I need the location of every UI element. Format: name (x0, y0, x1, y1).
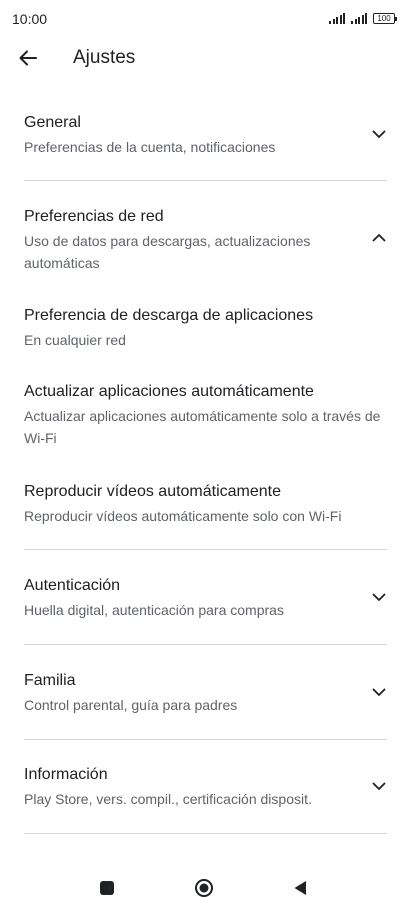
divider (24, 549, 387, 550)
chevron-down-icon (372, 593, 386, 601)
chevron-up-icon (372, 234, 386, 242)
divider (24, 644, 387, 645)
back-nav-button[interactable] (291, 878, 311, 898)
recents-button[interactable] (97, 878, 117, 898)
chevron-down-icon (372, 130, 386, 138)
section-subtitle: Play Store, vers. compil., certificación… (24, 791, 312, 807)
status-bar: 10:00 100 (0, 0, 411, 38)
section-subtitle: Huella digital, autenticación para compr… (24, 602, 284, 618)
option-title: Preferencia de descarga de aplicaciones (24, 307, 314, 324)
section-title: Autenticación (24, 577, 121, 594)
chevron-down-icon (372, 688, 386, 696)
section-subtitle: Preferencias de la cuenta, notificacione… (24, 139, 276, 155)
section-title: Familia (24, 672, 76, 689)
divider (24, 180, 387, 181)
section-title: General (24, 114, 81, 131)
page-title: Ajustes (73, 47, 136, 68)
chevron-down-icon (372, 782, 386, 790)
option-download-preference[interactable]: Preferencia de descarga de aplicaciones … (0, 294, 411, 364)
back-button[interactable] (14, 44, 42, 72)
battery-icon: 100 (373, 12, 397, 24)
section-subtitle: Control parental, guía para padres (24, 697, 238, 713)
divider (24, 833, 387, 834)
divider (24, 739, 387, 740)
section-title: Preferencias de red (24, 208, 164, 225)
signal-icon (351, 12, 367, 24)
settings-section-information[interactable]: Información Play Store, vers. compil., c… (0, 752, 411, 832)
arrow-back-icon (19, 50, 37, 66)
option-auto-update-apps[interactable]: Actualizar aplicaciones automáticamente … (0, 370, 411, 460)
status-time: 10:00 (12, 11, 48, 27)
battery-level: 100 (377, 13, 391, 23)
option-subtitle: Reproducir vídeos automáticamente solo c… (24, 508, 342, 524)
circle-home-icon (195, 879, 213, 897)
home-button[interactable] (194, 878, 214, 898)
square-icon (100, 881, 114, 895)
settings-screen: 10:00 100 Ajustes General Preferencias d… (0, 0, 411, 914)
app-bar: Ajustes (0, 38, 411, 78)
settings-section-network[interactable]: Preferencias de red Uso de datos para de… (0, 194, 411, 284)
option-autoplay-videos[interactable]: Reproducir vídeos automáticamente Reprod… (0, 470, 411, 540)
option-subtitle: Actualizar aplicaciones automáticamente … (24, 408, 381, 446)
settings-section-family[interactable]: Familia Control parental, guía para padr… (0, 658, 411, 738)
status-icons: 100 (329, 12, 397, 24)
settings-section-authentication[interactable]: Autenticación Huella digital, autenticac… (0, 563, 411, 643)
option-title: Reproducir vídeos automáticamente (24, 483, 282, 500)
option-subtitle: En cualquier red (24, 332, 126, 348)
system-nav-bar (0, 862, 411, 914)
option-title: Actualizar aplicaciones automáticamente (24, 383, 314, 400)
section-title: Información (24, 766, 108, 783)
triangle-back-icon (294, 881, 306, 895)
settings-section-general[interactable]: General Preferencias de la cuenta, notif… (0, 100, 411, 180)
signal-icon (329, 12, 345, 24)
section-subtitle: Uso de datos para descargas, actualizaci… (24, 233, 311, 271)
